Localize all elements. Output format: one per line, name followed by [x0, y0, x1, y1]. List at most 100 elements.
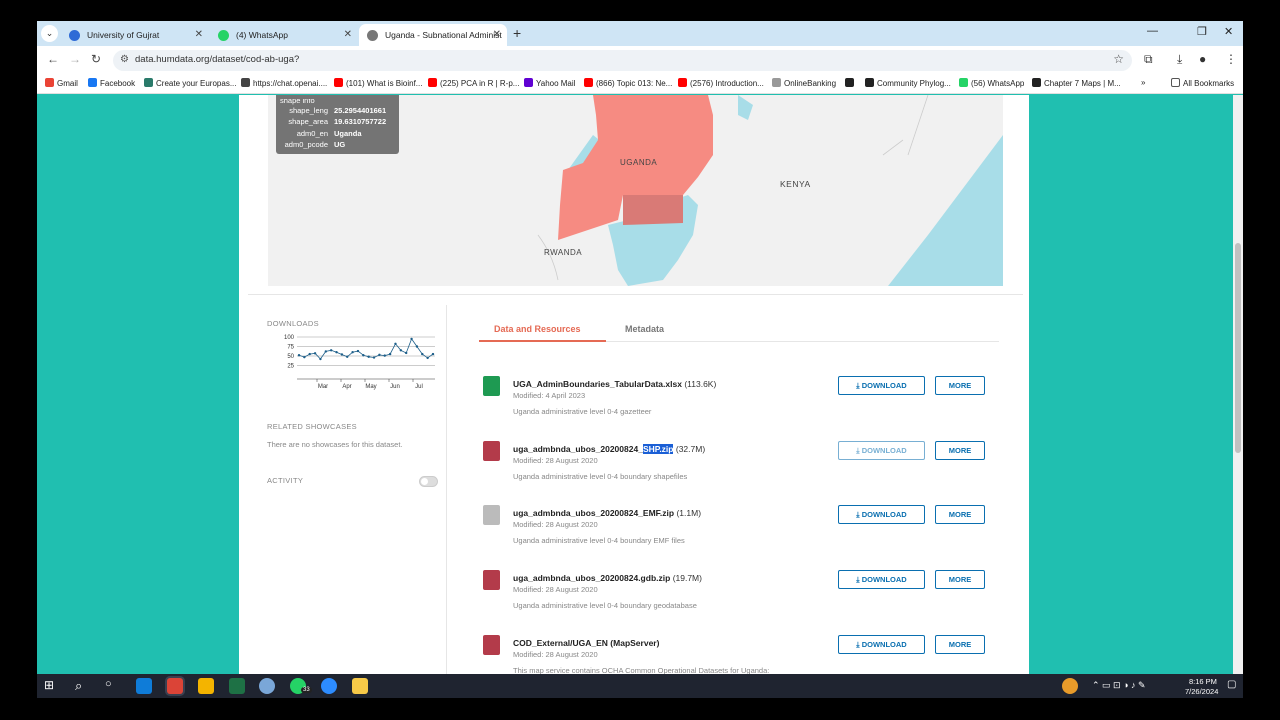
- x-tick-label: Jun: [390, 384, 400, 390]
- related-showcases-heading: RELATED SHOWCASES: [267, 422, 357, 431]
- download-icon[interactable]: ⤓: [1177, 52, 1182, 67]
- download-button[interactable]: ⤓ DOWNLOAD: [838, 441, 925, 460]
- bookmark-item[interactable]: Gmail: [45, 78, 78, 88]
- bookmark-item[interactable]: (866) Topic 013: Ne...: [584, 78, 672, 88]
- chrome-icon[interactable]: [167, 678, 183, 694]
- scrollbar[interactable]: [1233, 95, 1243, 674]
- close-tab-icon[interactable]: ✕: [493, 24, 501, 46]
- bookmark-label: Community Phylog...: [877, 79, 951, 88]
- more-button[interactable]: MORE: [935, 441, 985, 460]
- bookmark-favicon-icon: [428, 78, 437, 87]
- activity-toggle[interactable]: [419, 476, 438, 487]
- download-button[interactable]: ⤓ DOWNLOAD: [838, 570, 925, 589]
- data-point: [421, 352, 424, 356]
- tab-university[interactable]: University of Gujrat ✕: [61, 24, 209, 46]
- weather-icon[interactable]: [1062, 678, 1078, 694]
- tab-search-button[interactable]: ⌄: [41, 25, 58, 42]
- bookmark-item[interactable]: (2576) Introduction...: [678, 78, 764, 88]
- tab-strip: ⌄ University of Gujrat ✕ (4) WhatsApp ✕ …: [37, 21, 1243, 46]
- menu-icon[interactable]: ⋮: [1225, 52, 1237, 66]
- file-explorer-icon[interactable]: [352, 678, 368, 694]
- more-button[interactable]: MORE: [935, 570, 985, 589]
- resource-name[interactable]: UGA_AdminBoundaries_TabularData.xlsx (11…: [513, 379, 716, 389]
- bookmark-favicon-icon: [678, 78, 687, 87]
- close-window-button[interactable]: ✕: [1224, 25, 1233, 38]
- bookmark-label: (2576) Introduction...: [690, 79, 764, 88]
- bookmark-label: (225) PCA in R | R-p...: [440, 79, 520, 88]
- bookmark-item[interactable]: [845, 78, 857, 88]
- restore-button[interactable]: ❐: [1197, 25, 1207, 38]
- bookmark-item[interactable]: Community Phylog...: [865, 78, 951, 88]
- extensions-icon[interactable]: ⧉: [1144, 52, 1153, 67]
- bookmark-label: https://chat.openai....: [253, 79, 328, 88]
- url-text: data.humdata.org/dataset/cod-ab-uga?: [135, 54, 300, 65]
- x-tick-label: May: [365, 384, 376, 390]
- bookmark-item[interactable]: (56) WhatsApp: [959, 78, 1024, 88]
- resource-name[interactable]: uga_admbnda_ubos_20200824_EMF.zip (1.1M): [513, 508, 701, 518]
- close-tab-icon[interactable]: ✕: [344, 24, 352, 46]
- download-button[interactable]: ⤓ DOWNLOAD: [838, 376, 925, 395]
- more-label: MORE: [948, 446, 972, 455]
- more-button[interactable]: MORE: [935, 635, 985, 654]
- bookmark-item[interactable]: Chapter 7 Maps | M...: [1032, 78, 1121, 88]
- bookmark-item[interactable]: https://chat.openai....: [241, 78, 327, 88]
- divider: [446, 305, 447, 674]
- windows-start-icon[interactable]: ⊞: [44, 678, 60, 694]
- bookmark-item[interactable]: Create your Europas...: [144, 78, 236, 88]
- zoom-icon[interactable]: [321, 678, 337, 694]
- download-label: DOWNLOAD: [861, 575, 907, 584]
- site-info-icon[interactable]: ⚙: [120, 54, 129, 65]
- bookmark-star-icon[interactable]: ☆: [1113, 52, 1124, 66]
- task-view-icon[interactable]: ○: [105, 678, 121, 694]
- excel-icon[interactable]: [229, 678, 245, 694]
- close-tab-icon[interactable]: ✕: [195, 24, 203, 46]
- data-point: [335, 351, 338, 354]
- data-point: [319, 357, 322, 361]
- forward-button[interactable]: →: [69, 52, 81, 66]
- data-point: [346, 355, 349, 358]
- bookmark-label: Chapter 7 Maps | M...: [1044, 79, 1121, 88]
- data-point: [340, 353, 344, 356]
- bookmark-item[interactable]: (225) PCA in R | R-p...: [428, 78, 519, 88]
- resource-name[interactable]: uga_admbnda_ubos_20200824.gdb.zip (19.7M…: [513, 573, 702, 583]
- scrollbar-thumb[interactable]: [1235, 243, 1241, 453]
- more-button[interactable]: MORE: [935, 376, 985, 395]
- bookmark-item[interactable]: OnlineBanking: [772, 78, 836, 88]
- all-bookmarks[interactable]: All Bookmarks: [1171, 78, 1234, 88]
- search-icon[interactable]: ⌕: [75, 678, 91, 694]
- tab-metadata[interactable]: Metadata: [625, 324, 664, 334]
- taskbar: ⊞ ⌕ ○ 33 ⌃ ▭ ⊡ ◑ ♪ ✎ 8:16 PM 7/26/2024 ▢: [37, 674, 1243, 698]
- map-view[interactable]: shape info shape_leng 25.2954401661 shape…: [268, 95, 1003, 286]
- more-bookmarks-icon[interactable]: »: [1141, 78, 1145, 87]
- bookmark-item[interactable]: Facebook: [88, 78, 135, 88]
- bookmark-item[interactable]: Yahoo Mail: [524, 78, 575, 88]
- more-button[interactable]: MORE: [935, 505, 985, 524]
- reload-button[interactable]: ↻: [91, 52, 101, 66]
- data-point: [383, 354, 386, 357]
- more-label: MORE: [948, 575, 972, 584]
- bookmark-item[interactable]: (101) What is Bioinf...: [334, 78, 422, 88]
- downloads-chart: 100 75 50 25 Mar Apr May Jun Jul: [284, 335, 435, 390]
- notifications-icon[interactable]: ▢: [1227, 679, 1236, 690]
- back-button[interactable]: ←: [47, 52, 59, 66]
- resource-name[interactable]: COD_External/UGA_EN (MapServer): [513, 638, 659, 648]
- address-bar[interactable]: ⚙ data.humdata.org/dataset/cod-ab-uga? ☆: [113, 50, 1132, 71]
- edge-icon[interactable]: [136, 678, 152, 694]
- profile-avatar[interactable]: ●: [1199, 52, 1206, 66]
- tray-icons[interactable]: ⌃ ▭ ⊡ ◑ ♪ ✎: [1092, 680, 1146, 691]
- new-tab-button[interactable]: +: [513, 25, 521, 41]
- download-button[interactable]: ⤓ DOWNLOAD: [838, 635, 925, 654]
- resource-name[interactable]: uga_admbnda_ubos_20200824_SHP.zip (32.7M…: [513, 444, 705, 454]
- minimize-button[interactable]: —: [1147, 25, 1158, 37]
- r-icon[interactable]: [259, 678, 275, 694]
- y-tick-label: 25: [287, 364, 294, 370]
- bookmark-label: (56) WhatsApp: [971, 79, 1025, 88]
- resource-description: This map service contains OCHA Common Op…: [513, 666, 770, 674]
- tab-whatsapp[interactable]: (4) WhatsApp ✕: [210, 24, 358, 46]
- tab-uganda[interactable]: Uganda - Subnational Administ ✕: [359, 24, 507, 46]
- data-point: [367, 355, 370, 358]
- more-label: MORE: [948, 381, 972, 390]
- download-button[interactable]: ⤓ DOWNLOAD: [838, 505, 925, 524]
- chrome-profile-icon[interactable]: [198, 678, 214, 694]
- tab-data-and-resources[interactable]: Data and Resources: [494, 324, 581, 334]
